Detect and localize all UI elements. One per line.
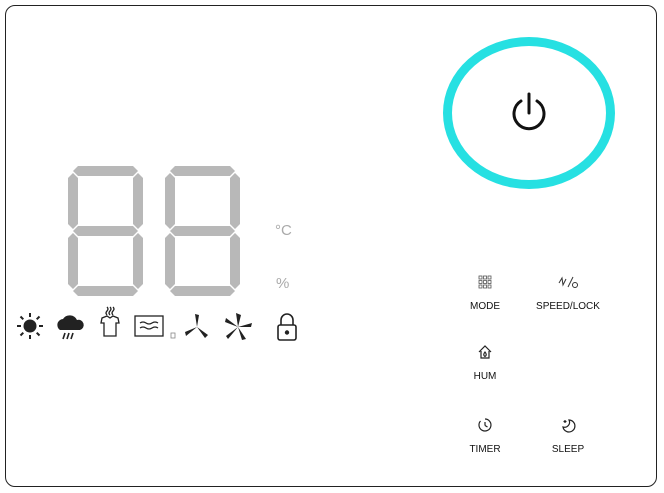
sleep-label: SLEEP: [551, 444, 585, 455]
segment-e: [68, 233, 78, 289]
mode-button[interactable]: MODE: [440, 272, 530, 314]
home-humidity-icon: [478, 345, 492, 359]
timer-button[interactable]: TIMER: [440, 415, 530, 457]
unit-celsius: °C: [275, 222, 292, 239]
status-icons-row: [14, 306, 314, 352]
segment-d: [73, 286, 138, 296]
segment-c: [230, 233, 240, 289]
power-button[interactable]: [443, 37, 615, 189]
segment-c: [133, 233, 143, 289]
segment-f: [68, 173, 78, 229]
segment-b: [133, 173, 143, 229]
timer-icon: [478, 418, 492, 432]
hum-button[interactable]: HUM: [440, 342, 530, 384]
sleep-button[interactable]: SLEEP: [523, 415, 613, 457]
rain-cloud-icon: [57, 315, 84, 340]
power-icon: [512, 92, 546, 131]
segment-b: [230, 173, 240, 229]
segment-e: [165, 233, 175, 289]
mode-grid-icon: [478, 275, 492, 289]
segment-a: [170, 166, 235, 176]
unit-percent: %: [276, 275, 290, 292]
heater-icon: [134, 315, 164, 337]
fan-low-icon: [170, 314, 208, 339]
timer-label: TIMER: [469, 444, 501, 455]
mode-label: MODE: [470, 301, 500, 312]
speed-lock-icon: [558, 276, 578, 288]
sleep-moon-icon: [562, 419, 576, 433]
fan-high-icon: [225, 313, 252, 340]
speed-lock-button[interactable]: SPEED/LOCK: [523, 272, 613, 314]
segment-d: [170, 286, 235, 296]
lock-icon: [277, 313, 297, 341]
segment-a: [73, 166, 138, 176]
hum-label: HUM: [473, 371, 497, 382]
seven-segment-display: [60, 160, 260, 300]
sun-icon: [17, 313, 43, 339]
segment-g: [73, 226, 138, 236]
laundry-dry-icon: [100, 306, 120, 337]
speed-lock-label: SPEED/LOCK: [536, 301, 600, 312]
segment-g: [170, 226, 235, 236]
segment-f: [165, 173, 175, 229]
